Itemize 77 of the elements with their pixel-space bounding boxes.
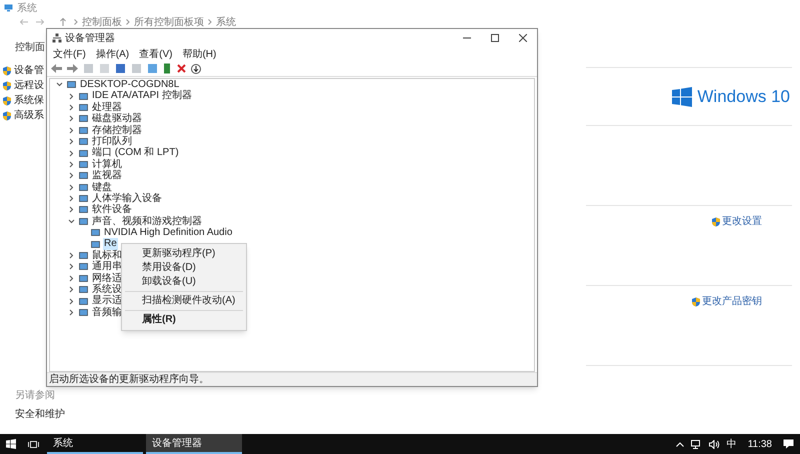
chevron-down-icon[interactable] <box>56 81 63 88</box>
network-icon[interactable] <box>690 440 702 448</box>
shield-icon <box>711 216 721 226</box>
tree-item[interactable]: 显示适 <box>91 295 123 307</box>
windows-logo-icon <box>672 86 692 106</box>
window-title: 系统 <box>17 2 37 16</box>
status-text: 启动所选设备的更新驱动程序向导。 <box>49 372 209 387</box>
sidebar-link[interactable]: 设备管 <box>14 65 44 77</box>
minimize-icon <box>463 37 471 39</box>
chevron-right-icon <box>126 19 130 25</box>
tree-item[interactable]: NVIDIA High Definition Audio <box>103 227 234 238</box>
menu-item[interactable]: 查看(V) <box>139 46 172 62</box>
notification-icon[interactable] <box>783 439 794 449</box>
input-method-indicator[interactable]: 中 <box>726 436 737 452</box>
download-icon[interactable] <box>191 64 201 74</box>
settings-link[interactable]: 更改产品密钥 <box>702 294 762 309</box>
back-icon[interactable] <box>51 64 62 73</box>
settings-link[interactable]: 更改设置 <box>722 214 762 229</box>
sidebar-heading[interactable]: 控制面 <box>2 40 46 55</box>
tree-item[interactable]: 通用串 <box>91 261 123 273</box>
windows-logo-icon <box>6 439 16 449</box>
menu-item[interactable]: 更新驱动程序(P) <box>122 247 246 261</box>
shield-icon <box>2 66 12 76</box>
tree-item[interactable]: 打印队列 <box>91 136 133 148</box>
sidebar-link[interactable]: 系统保 <box>14 95 44 107</box>
task-view-icon <box>28 440 38 448</box>
menu-item[interactable]: 操作(A) <box>96 46 130 62</box>
shield-icon <box>691 296 701 306</box>
computer-icon <box>4 4 13 12</box>
forward-icon[interactable] <box>67 64 78 73</box>
tree-item[interactable]: 人体学输入设备 <box>91 192 163 204</box>
chevron-right-icon <box>208 19 212 25</box>
tree-item[interactable]: 网络适 <box>91 272 123 284</box>
menu-item[interactable]: 卸载设备(U) <box>122 275 246 289</box>
see-also-link[interactable]: 安全和维护 <box>15 407 102 422</box>
tree-item[interactable]: 系统设 <box>91 284 123 296</box>
tree-item[interactable]: 监视器 <box>91 170 123 182</box>
window-title: 设备管理器 <box>65 32 115 46</box>
breadcrumb-item[interactable]: 控制面板 <box>82 14 122 30</box>
tree-item[interactable]: 音频输 <box>91 306 123 318</box>
tree-item[interactable]: 声音、视频和游戏控制器 <box>91 216 203 228</box>
tree-item[interactable]: 键盘 <box>91 182 113 193</box>
menu-item[interactable]: 属性(R) <box>122 313 246 327</box>
up-icon[interactable] <box>60 18 66 26</box>
shield-icon <box>2 96 12 106</box>
menu-item[interactable]: 帮助(H) <box>182 46 216 62</box>
sidebar-link[interactable]: 高级系 <box>14 110 44 122</box>
close-icon[interactable] <box>177 64 186 73</box>
tree-item[interactable]: 处理器 <box>91 102 123 114</box>
chevron-up-icon[interactable] <box>676 442 684 446</box>
tree-item[interactable]: 端口 (COM 和 LPT) <box>91 147 180 159</box>
device-manager-icon <box>52 33 62 43</box>
menu-item[interactable]: 禁用设备(D) <box>122 261 246 275</box>
section-heading: 另请参阅 <box>15 388 56 403</box>
tree-item[interactable]: 软件设备 <box>91 204 133 216</box>
clock[interactable]: 11:38 <box>744 436 776 452</box>
tree-item[interactable]: Re <box>103 238 118 250</box>
breadcrumb-item[interactable]: 系统 <box>216 14 236 30</box>
chevron-down-icon[interactable] <box>68 218 75 225</box>
menu-item[interactable]: 文件(F) <box>53 46 86 62</box>
tree-item[interactable]: IDE ATA/ATAPI 控制器 <box>91 90 193 102</box>
breadcrumb-item[interactable]: 所有控制面板项 <box>134 14 204 30</box>
menu-item[interactable]: 扫描检测硬件改动(A) <box>122 294 246 308</box>
taskbar-app[interactable]: 设备管理器 <box>146 434 242 454</box>
shield-icon <box>2 111 12 121</box>
sidebar-link[interactable]: 远程设 <box>14 80 44 92</box>
chevron-right-icon <box>74 19 78 25</box>
maximize-icon <box>491 34 499 42</box>
shield-icon <box>2 81 12 91</box>
close-icon <box>519 34 527 42</box>
tree-item[interactable]: 计算机 <box>91 158 123 170</box>
tree-item[interactable]: DESKTOP-COGDN8L <box>79 79 180 90</box>
tree-item[interactable]: 磁盘驱动器 <box>91 113 143 125</box>
tree-item[interactable]: 存储控制器 <box>91 124 143 136</box>
tree-item[interactable]: 鼠标和 <box>91 250 123 262</box>
volume-icon[interactable] <box>708 440 720 448</box>
logo-text: Windows 10 <box>697 86 790 108</box>
